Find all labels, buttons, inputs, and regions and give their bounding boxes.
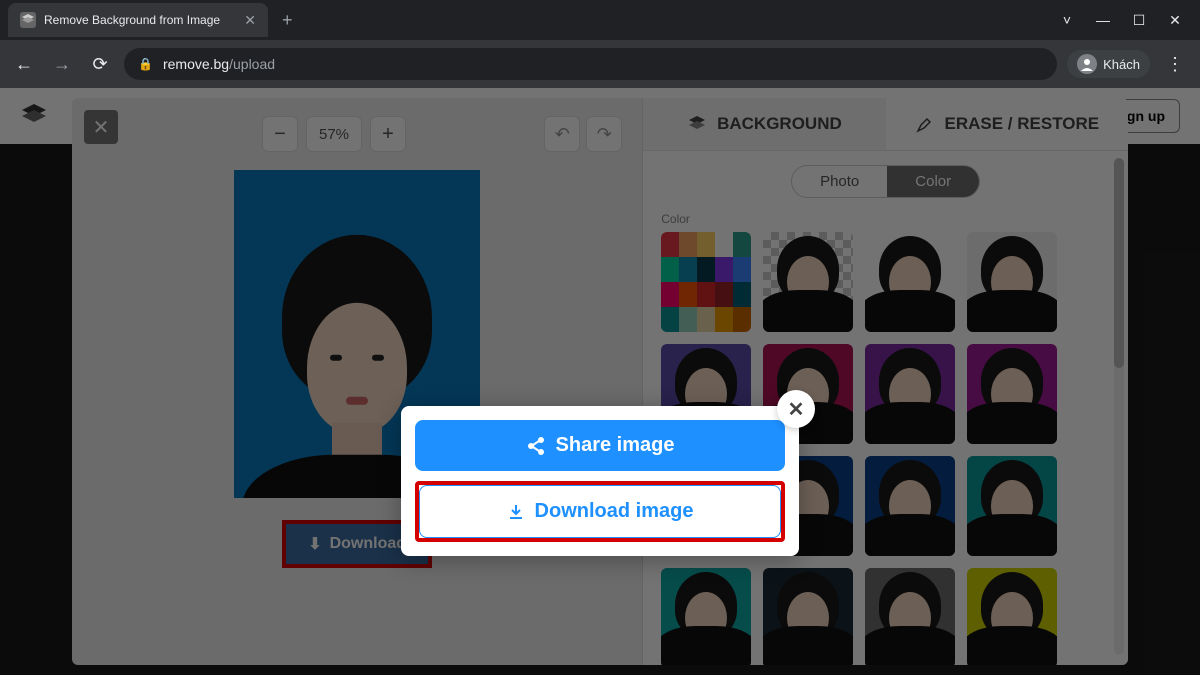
new-tab-button[interactable]: + (268, 10, 307, 31)
redo-button[interactable]: ↷ (586, 116, 622, 152)
download-icon: ⬇ (308, 534, 321, 554)
modal-close-button[interactable]: ✕ (777, 390, 815, 428)
zoom-in-button[interactable]: + (370, 116, 406, 152)
download-label: Download (330, 535, 406, 553)
color-swatch[interactable] (967, 344, 1057, 444)
reload-button[interactable]: ⟳ (86, 54, 114, 75)
color-swatch[interactable] (865, 344, 955, 444)
color-swatch[interactable] (967, 232, 1057, 332)
brush-icon (915, 114, 935, 134)
share-label: Share image (556, 434, 675, 457)
editor-tabs: BACKGROUND ERASE / RESTORE (643, 98, 1128, 151)
color-swatch[interactable] (967, 568, 1057, 665)
page-content: Sign up ✕ − 57% + ↶ ↷ (0, 88, 1200, 675)
site-logo-icon[interactable] (20, 102, 48, 130)
layers-icon (687, 114, 707, 134)
browser-toolbar: ← → ⟳ 🔒 remove.bg/upload Khách ⋮ (0, 40, 1200, 88)
zoom-controls: − 57% + (262, 116, 406, 152)
zoom-value: 57% (306, 116, 362, 152)
undo-button[interactable]: ↶ (544, 116, 580, 152)
address-bar[interactable]: 🔒 remove.bg/upload (124, 48, 1057, 80)
color-swatch[interactable] (865, 568, 955, 665)
color-swatch[interactable] (967, 456, 1057, 556)
canvas-pane: − 57% + ↶ ↷ ⬇ (72, 98, 642, 665)
color-swatch[interactable] (763, 232, 853, 332)
close-icon[interactable]: ✕ (1168, 12, 1182, 29)
color-swatch[interactable] (865, 232, 955, 332)
download-image-label: Download image (535, 500, 694, 523)
profile-chip[interactable]: Khách (1067, 50, 1150, 78)
kebab-menu-icon[interactable]: ⋮ (1160, 54, 1190, 75)
tab-erase-label: ERASE / RESTORE (945, 114, 1100, 134)
chevron-down-icon[interactable]: ˅ (1060, 12, 1074, 29)
download-icon (507, 503, 525, 521)
section-label: Color (661, 212, 1110, 226)
tab-close-icon[interactable]: ✕ (244, 12, 256, 29)
scrollbar[interactable] (1114, 158, 1124, 655)
mode-toggle: Photo Color (791, 165, 980, 198)
download-image-button[interactable]: Download image (419, 485, 781, 538)
undo-redo-controls: ↶ ↷ (544, 116, 622, 152)
url-host: remove.bg (163, 56, 229, 72)
back-button[interactable]: ← (10, 54, 38, 75)
scroll-thumb[interactable] (1114, 158, 1124, 368)
avatar-icon (1077, 54, 1097, 74)
color-swatch[interactable] (763, 568, 853, 665)
mode-photo[interactable]: Photo (792, 166, 887, 197)
tab-background[interactable]: BACKGROUND (643, 98, 885, 150)
browser-titlebar: Remove Background from Image ✕ + ˅ — ☐ ✕ (0, 0, 1200, 40)
forward-button[interactable]: → (48, 54, 76, 75)
side-panel: BACKGROUND ERASE / RESTORE Photo Color C… (642, 98, 1128, 665)
download-image-highlight: Download image (415, 481, 785, 542)
maximize-icon[interactable]: ☐ (1132, 12, 1146, 29)
browser-tab[interactable]: Remove Background from Image ✕ (8, 3, 268, 37)
editor-panel: ✕ − 57% + ↶ ↷ (72, 98, 1128, 665)
color-swatch[interactable] (865, 456, 955, 556)
zoom-out-button[interactable]: − (262, 116, 298, 152)
profile-label: Khách (1103, 57, 1140, 72)
tab-favicon (20, 12, 36, 28)
mode-color[interactable]: Color (887, 166, 979, 197)
tab-erase[interactable]: ERASE / RESTORE (886, 98, 1128, 150)
lock-icon: 🔒 (138, 57, 153, 71)
share-image-button[interactable]: Share image (415, 420, 785, 471)
minimize-icon[interactable]: — (1096, 12, 1110, 29)
share-icon (526, 436, 546, 456)
url-path: /upload (229, 56, 275, 72)
color-swatch[interactable] (661, 568, 751, 665)
share-download-modal: ✕ Share image Download image (401, 406, 799, 556)
tab-title: Remove Background from Image (44, 13, 236, 27)
window-buttons: ˅ — ☐ ✕ (1060, 12, 1200, 29)
tab-background-label: BACKGROUND (717, 114, 842, 134)
color-swatch[interactable] (661, 232, 751, 332)
